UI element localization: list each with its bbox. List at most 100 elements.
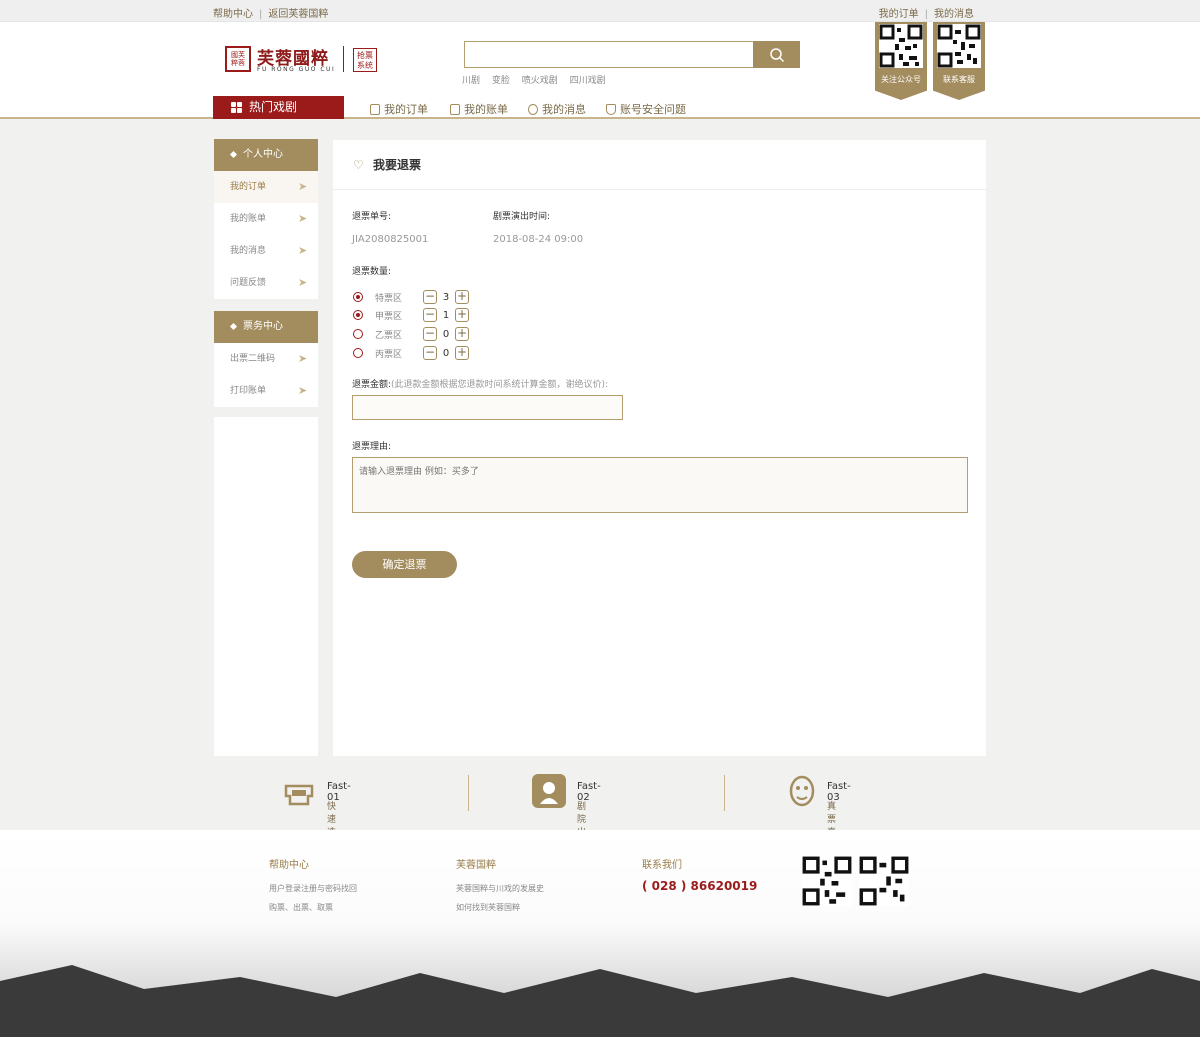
sidebar-gap — [214, 407, 318, 417]
nav-account-security[interactable]: 账号安全问题 — [606, 101, 686, 117]
top-bar-left: 帮助中心 | 返回芙蓉国粹 — [213, 5, 328, 20]
help-center-link[interactable]: 帮助中心 — [213, 9, 253, 20]
logo[interactable]: 國芙 粹蓉 芙蓉國粹 FU RONG GUO CUI 抢票系统 — [225, 46, 385, 76]
confirm-refund-button[interactable]: 确定退票 — [352, 551, 457, 578]
minus-button[interactable]: − — [423, 290, 437, 304]
nav-my-orders[interactable]: 我的订单 — [370, 101, 428, 117]
refund-no-label: 退票单号: — [352, 212, 392, 222]
mountain-silhouette — [0, 965, 1200, 1037]
plus-button[interactable]: + — [455, 290, 469, 304]
chevron-right-icon: ➤ — [298, 384, 308, 397]
sidebar-item-feedback[interactable]: 问题反馈 ➤ — [214, 267, 318, 299]
sidebar-item-label: 打印账单 — [230, 386, 267, 396]
footer-link[interactable]: 用户登录注册与密码找回 — [269, 879, 357, 898]
logo-divider — [343, 46, 344, 72]
sidebar-item-my-messages[interactable]: 我的消息 ➤ — [214, 235, 318, 267]
sidebar-item-label: 我的订单 — [230, 182, 267, 192]
nav-my-bills[interactable]: 我的账单 — [450, 101, 508, 117]
sidebar-item-label: 问题反馈 — [230, 278, 267, 288]
nav-label: 账号安全问题 — [620, 103, 686, 116]
amount-note: (此退款金额根据您退款时间系统计算金额，谢绝议价): — [391, 380, 609, 390]
sidebar-gap — [214, 299, 318, 311]
chevron-right-icon: ➤ — [298, 244, 308, 257]
search-input[interactable] — [464, 41, 754, 68]
footer-contact: 联系我们 ( 028 ) 86620019 — [642, 856, 757, 893]
refund-amount-field[interactable] — [352, 395, 623, 420]
refund-no-value: JIA2080825001 — [352, 234, 429, 245]
qr-code-icon — [859, 856, 909, 906]
back-home-link[interactable]: 返回芙蓉国粹 — [268, 9, 328, 20]
sidebar-section-ticket: 票务中心 — [214, 311, 318, 343]
zone-radio[interactable] — [353, 292, 363, 302]
grid-icon — [231, 102, 242, 113]
chevron-right-icon: ➤ — [298, 180, 308, 193]
qr-customer-service[interactable]: 联系客服 — [933, 22, 985, 100]
hotword-link[interactable]: 变脸 — [492, 76, 510, 86]
zone-row: 甲票区 − 1 + — [353, 308, 469, 322]
qr-official-account[interactable]: 关注公众号 — [875, 22, 927, 100]
footer-about: 芙蓉国粹 芙蓉国粹与川戏的发展史 如何找到芙蓉国粹 — [456, 856, 544, 917]
search-icon — [769, 47, 784, 62]
top-bar: 帮助中心 | 返回芙蓉国粹 我的订单 | 我的消息 — [0, 0, 1200, 22]
footer-link[interactable]: 芙蓉国粹与川戏的发展史 — [456, 879, 544, 898]
refund-reason-field[interactable] — [352, 457, 968, 513]
footer-help: 帮助中心 用户登录注册与密码找回 购票、出票、取票 — [269, 856, 357, 917]
footer-link[interactable]: 如何找到芙蓉国粹 — [456, 898, 544, 917]
hot-dramas-menu[interactable]: 热门戏剧 — [213, 96, 344, 119]
sidebar-section-personal: 个人中心 — [214, 139, 318, 171]
show-time-value: 2018-08-24 09:00 — [493, 234, 584, 245]
chevron-right-icon: ➤ — [298, 276, 308, 289]
minus-button[interactable]: − — [423, 327, 437, 341]
divider: | — [924, 9, 928, 20]
plus-button[interactable]: + — [455, 308, 469, 322]
refund-amount-label: 退票金额:(此退款金额根据您退款时间系统计算金额，谢绝议价): — [352, 377, 608, 390]
chat-icon — [528, 104, 538, 115]
footer-link[interactable]: 购票、出票、取票 — [269, 898, 357, 917]
bill-icon — [450, 104, 460, 115]
divider: | — [259, 9, 263, 20]
logo-subtitle: 抢票系统 — [353, 48, 377, 72]
top-messages-link[interactable]: 我的消息 — [934, 9, 974, 20]
sidebar-item-print-bill[interactable]: 打印账单 ➤ — [214, 375, 318, 407]
logo-english: FU RONG GUO CUI — [257, 66, 336, 73]
minus-button[interactable]: − — [423, 346, 437, 360]
header: 國芙 粹蓉 芙蓉國粹 FU RONG GUO CUI 抢票系统 川剧 变脸 喷火戏… — [0, 22, 1200, 119]
page-title: 我要退票 — [373, 158, 422, 172]
hotword-link[interactable]: 四川戏剧 — [570, 76, 606, 86]
zone-radio[interactable] — [353, 310, 363, 320]
show-time-label: 剧票演出时间: — [493, 212, 551, 222]
search-button[interactable] — [753, 41, 800, 68]
qr-code-icon — [937, 24, 981, 68]
zone-row: 乙票区 − 0 + — [353, 327, 469, 341]
opera-figure-icon — [532, 774, 566, 808]
amount-label-text: 退票金额: — [352, 380, 392, 390]
footer-heading: 联系我们 — [642, 860, 682, 871]
nav-label: 我的账单 — [464, 103, 508, 116]
hotword-link[interactable]: 喷火戏剧 — [522, 76, 558, 86]
sidebar-item-my-bills[interactable]: 我的账单 ➤ — [214, 203, 318, 235]
sidebar-item-ticket-qrcode[interactable]: 出票二维码 ➤ — [214, 343, 318, 375]
plus-button[interactable]: + — [455, 327, 469, 341]
hot-search-words: 川剧 变脸 喷火戏剧 四川戏剧 — [462, 73, 615, 86]
nav-label: 我的消息 — [542, 103, 586, 116]
zone-radio[interactable] — [353, 329, 363, 339]
sidebar-item-my-orders[interactable]: 我的订单 ➤ — [214, 171, 318, 203]
plus-button[interactable]: + — [455, 346, 469, 360]
shield-icon — [606, 104, 616, 115]
opera-mask-icon — [789, 774, 823, 808]
clipboard-icon — [370, 104, 380, 115]
refund-qty-label: 退票数量: — [352, 267, 392, 277]
refund-panel: ♡ 我要退票 退票单号: 剧票演出时间: JIA2080825001 2018-… — [333, 140, 986, 756]
hotword-link[interactable]: 川剧 — [462, 76, 480, 86]
zone-row: 丙票区 − 0 + — [353, 346, 469, 360]
heart-icon: ♡ — [353, 158, 364, 172]
sidebar-item-label: 我的账单 — [230, 214, 267, 224]
zone-radio[interactable] — [353, 348, 363, 358]
nav-my-messages[interactable]: 我的消息 — [528, 101, 586, 117]
contact-phone: ( 028 ) 86620019 — [642, 879, 758, 893]
top-orders-link[interactable]: 我的订单 — [879, 9, 919, 20]
footer-heading: 芙蓉国粹 — [456, 860, 496, 871]
chevron-right-icon: ➤ — [298, 352, 308, 365]
feature-divider — [724, 775, 725, 811]
minus-button[interactable]: − — [423, 308, 437, 322]
